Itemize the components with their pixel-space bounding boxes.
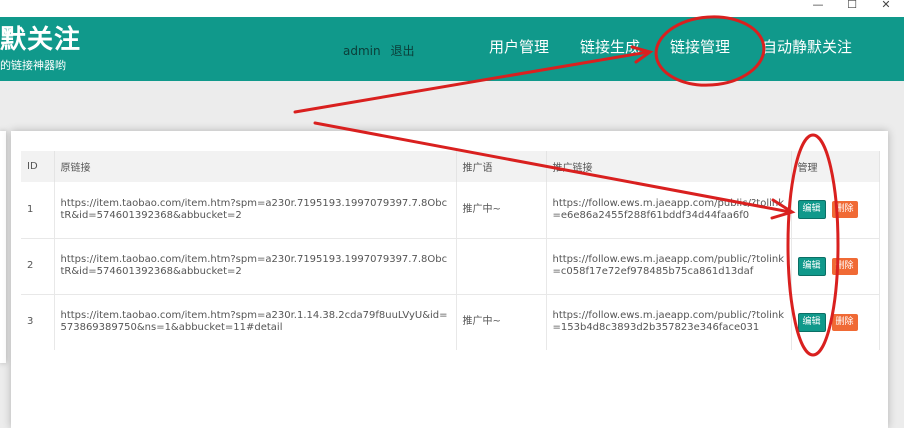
cell-id: 1 [21,182,55,239]
edit-button[interactable]: 编辑 [797,200,826,220]
logo-title: 默关注 [0,25,82,55]
cell-slogan: 推广中~ [456,294,547,350]
cell-promo-link: https://follow.ews.m.jaeapp.com/public/?… [546,294,792,350]
user-area: admin 退出 [343,42,420,59]
table-row: 2 https://item.taobao.com/item.htm?spm=a… [21,238,880,295]
minimize-icon[interactable]: — [808,0,828,12]
cell-slogan [456,238,547,295]
cell-actions: 编辑 删除 [791,238,880,295]
column-header-manage: 管理 [791,151,880,182]
delete-button[interactable]: 删除 [831,257,858,275]
app-header: 默关注 的链接神器哟 admin 退出 用户管理 链接生成 链接管理 自动静默关… [0,17,904,81]
table-row: 3 https://item.taobao.com/item.htm?spm=a… [21,294,880,350]
content-card: ID 原链接 推广语 推广链接 管理 1 https://item.taobao… [11,131,888,428]
logout-link[interactable]: 退出 [390,44,414,58]
cell-actions: 编辑 删除 [791,182,880,239]
left-panel [0,131,6,363]
delete-button[interactable]: 删除 [831,313,858,331]
logo-subtitle: 的链接神器哟 [0,59,66,72]
delete-button[interactable]: 删除 [831,201,858,219]
cell-promo-link: https://follow.ews.m.jaeapp.com/public/?… [546,238,792,295]
column-header-promo-link: 推广链接 [546,151,792,182]
cell-id: 2 [21,238,55,295]
cell-id: 3 [21,294,55,350]
edit-button[interactable]: 编辑 [797,256,826,276]
column-header-id: ID [21,151,55,182]
cell-actions: 编辑 删除 [791,294,880,350]
cell-original-link: https://item.taobao.com/item.htm?spm=a23… [54,238,457,295]
cell-original-link: https://item.taobao.com/item.htm?spm=a23… [54,182,457,239]
cell-original-link: https://item.taobao.com/item.htm?spm=a23… [54,294,457,350]
window-titlebar: — ☐ ✕ [0,0,904,17]
table-header-row: ID 原链接 推广语 推广链接 管理 [21,151,880,182]
links-table: ID 原链接 推广语 推广链接 管理 1 https://item.taobao… [21,151,880,350]
nav-link-generate[interactable]: 链接生成 [580,37,640,57]
column-header-original-link: 原链接 [54,151,457,182]
cell-slogan: 推广中~ [456,182,547,239]
table-row: 1 https://item.taobao.com/item.htm?spm=a… [21,182,880,239]
nav-user-management[interactable]: 用户管理 [489,37,549,57]
edit-button[interactable]: 编辑 [797,312,826,332]
nav-auto-follow[interactable]: 自动静默关注 [762,37,852,57]
column-header-slogan: 推广语 [456,151,547,182]
cell-promo-link: https://follow.ews.m.jaeapp.com/public/?… [546,182,792,239]
maximize-icon[interactable]: ☐ [842,0,862,12]
nav-link-management[interactable]: 链接管理 [670,37,730,57]
username: admin [343,44,381,58]
close-icon[interactable]: ✕ [876,0,896,12]
